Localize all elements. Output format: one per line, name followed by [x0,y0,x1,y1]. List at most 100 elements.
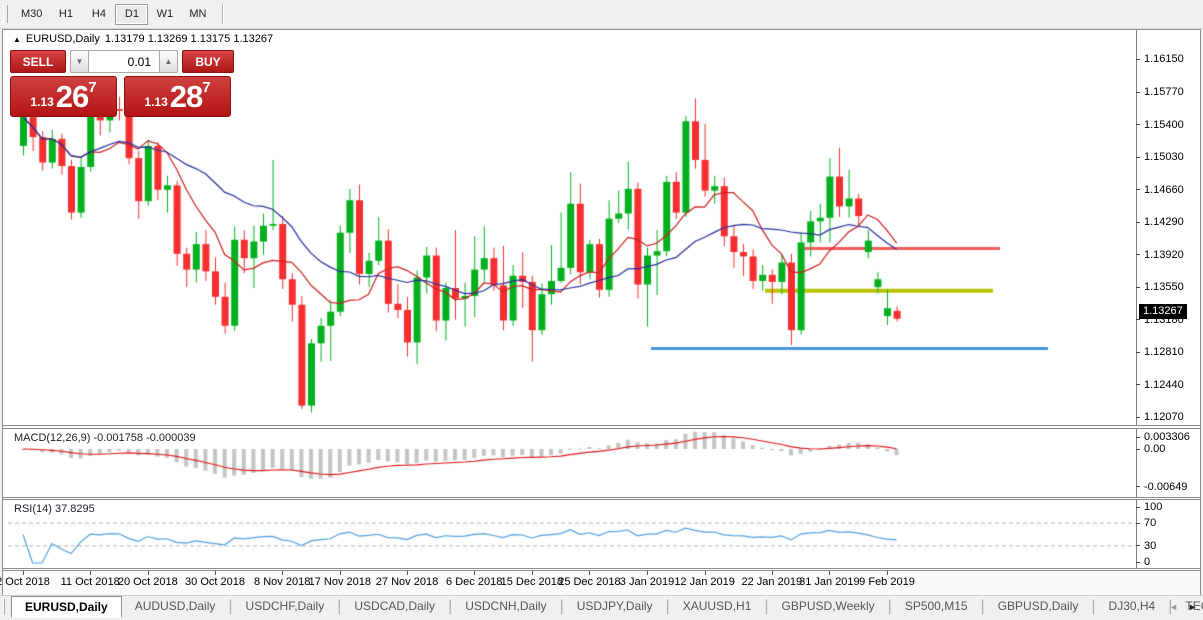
date-tick-mark [589,571,590,575]
price-tick: 1.16150 [1136,52,1184,66]
chart-tab-usdjpy[interactable]: USDJPY,Daily [564,596,666,618]
pane-separator[interactable] [3,568,1200,571]
timeframe-toolbar: M30H1H4D1W1MN [0,0,1203,29]
price-tick: 1.15030 [1136,150,1184,164]
pane-separator[interactable] [3,497,1200,500]
timeframe-button-h4[interactable]: H4 [82,4,115,25]
date-tick-mark [705,571,706,575]
chart-symbol-label: EURUSD,Daily [26,33,100,45]
timeframe-button-h1[interactable]: H1 [49,4,82,25]
date-tick-label: 3 Jan 2019 [620,576,674,588]
date-tick-label: 2 Oct 2018 [0,576,50,588]
date-tick-mark [23,571,24,575]
date-tick-label: 22 Jan 2019 [742,576,803,588]
price-tick: 1.12440 [1136,378,1184,392]
date-tick-label: 9 Feb 2019 [859,576,915,588]
chart-tab-dj30[interactable]: DJ30,H4 [1096,596,1169,618]
current-price-badge: 1.13267 [1139,304,1187,319]
volume-decrease-button[interactable]: ▼ [70,50,89,73]
date-tick-mark [887,571,888,575]
price-tick: 1.15770 [1136,85,1184,99]
price-tick: 1.14660 [1136,183,1184,197]
chart-tab-eurusd[interactable]: EURUSD,Daily [11,596,122,618]
chart-tab-audusd[interactable]: AUDUSD,Daily [122,596,229,618]
date-tick-mark [532,571,533,575]
tabs-scroll-right-icon[interactable]: ► [1188,602,1197,612]
date-tick-label: 8 Nov 2018 [254,576,310,588]
date-tick-mark [90,571,91,575]
date-tick-label: 11 Oct 2018 [61,576,120,588]
ask-price-pipette: 7 [202,79,210,96]
timeframe-button-w1[interactable]: W1 [148,4,181,25]
chart-tab-usdcnh[interactable]: USDCNH,Daily [452,596,559,618]
rsi-indicator-canvas[interactable] [8,500,1136,568]
date-tick-mark [772,571,773,575]
date-tick-label: 31 Jan 2019 [799,576,860,588]
chart-ohlc-values: 1.13179 1.13269 1.13175 1.13267 [105,33,273,45]
chart-tab-bar: EURUSD,DailyAUDUSD,Daily|USDCHF,Daily|US… [0,595,1203,618]
date-tick-label: 27 Nov 2018 [376,576,438,588]
one-click-trading-panel: SELL ▼ ▲ BUY 1.13 26 7 1.13 28 7 [10,50,234,117]
macd-axis: 0.0033060.00-0.00649 [1136,429,1202,497]
sell-button[interactable]: SELL [10,50,66,73]
chart-tab-sp500[interactable]: SP500,M15 [892,596,981,618]
volume-increase-button[interactable]: ▲ [159,50,178,73]
ask-price-main: 28 [170,79,202,115]
bid-price-pipette: 7 [88,79,96,96]
toolbar-grip[interactable] [3,5,8,23]
bid-price-button[interactable]: 1.13 26 7 [10,76,117,117]
tabs-scroll-left-icon[interactable]: ◄ [1169,602,1178,612]
date-axis: 2 Oct 2018 11 Oct 201820 Oct 2018 30 Oct 2… [3,571,1200,595]
chart-tab-gbpusd[interactable]: GBPUSD,Weekly [769,596,888,618]
indicator-axis-tick: 30 [1136,539,1156,553]
toolbar-separator [222,4,223,24]
date-tick-mark [282,571,283,575]
price-tick: 1.15400 [1136,118,1184,132]
price-tick: 1.14290 [1136,215,1184,229]
price-axis: 1.13267 1.16150 1.15770 1.15400 1.15030 1.14… [1136,29,1202,425]
date-tick-mark [215,571,216,575]
mt4-window: M30H1H4D1W1MN ▲ EURUSD,Daily 1.13179 1.1… [0,0,1203,620]
date-tick-label: 30 Oct 2018 [185,576,245,588]
timeframe-button-d1[interactable]: D1 [115,4,148,25]
date-tick-label: 6 Dec 2018 [446,576,502,588]
rsi-label: RSI(14) 37.8295 [14,503,95,515]
date-tick-label: 20 Oct 2018 [118,576,178,588]
chart-tab-usdcad[interactable]: USDCAD,Daily [341,596,448,618]
timeframe-button-mn[interactable]: MN [181,4,214,25]
buy-button[interactable]: BUY [182,50,234,73]
date-tick-mark [148,571,149,575]
indicator-axis-tick: 70 [1136,516,1156,530]
date-tick-label: 12 Jan 2019 [674,576,735,588]
indicator-axis-tick: 100 [1136,500,1162,514]
bid-price-main: 26 [56,79,88,115]
rsi-axis: 100 70 30 0 [1136,500,1202,568]
chart-tab-usdchf[interactable]: USDCHF,Daily [233,596,338,618]
price-tick: 1.13550 [1136,280,1184,294]
date-tick-mark [340,571,341,575]
timeframe-button-m30[interactable]: M30 [14,4,49,25]
ask-price-button[interactable]: 1.13 28 7 [124,76,231,117]
date-tick-mark [407,571,408,575]
tab-bar-grip[interactable] [3,599,5,615]
price-tick: 1.12810 [1136,345,1184,359]
chart-tab-gbpusd[interactable]: GBPUSD,Daily [985,596,1092,618]
collapse-arrow-icon[interactable]: ▲ [13,35,21,44]
price-tick: 1.12070 [1136,410,1184,424]
pane-separator[interactable] [3,425,1200,429]
price-tick: 1.13920 [1136,248,1184,262]
date-tick-label: 25 Dec 2018 [558,576,620,588]
date-tick-mark [474,571,475,575]
macd-label: MACD(12,26,9) -0.001758 -0.000039 [14,432,196,444]
date-tick-label: 17 Nov 2018 [309,576,371,588]
ask-price-prefix: 1.13 [144,95,167,109]
volume-input[interactable] [89,50,159,73]
chart-title: ▲ EURUSD,Daily 1.13179 1.13269 1.13175 1… [13,33,273,45]
bid-price-prefix: 1.13 [30,95,53,109]
indicator-axis-tick: 0 [1136,555,1150,569]
date-tick-label: 15 Dec 2018 [501,576,563,588]
date-tick-mark [829,571,830,575]
chart-tab-xauusd[interactable]: XAUUSD,H1 [670,596,765,618]
indicator-axis-tick: 0.00 [1136,442,1165,456]
indicator-axis-tick: -0.00649 [1136,480,1187,494]
